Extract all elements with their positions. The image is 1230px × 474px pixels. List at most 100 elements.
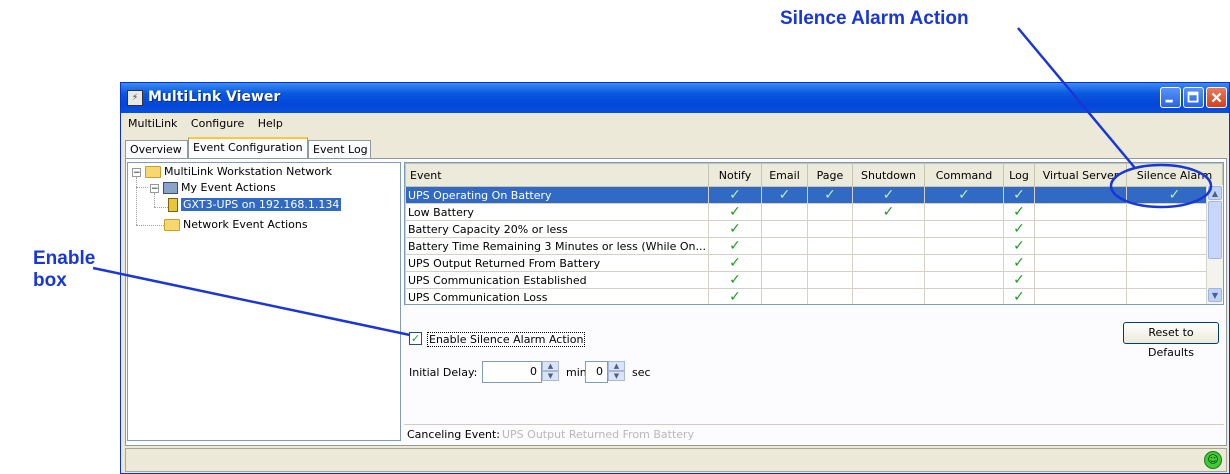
scroll-thumb[interactable] xyxy=(1208,201,1222,259)
column-header-shutdown[interactable]: Shutdown xyxy=(852,163,925,187)
maximize-button[interactable] xyxy=(1183,87,1204,108)
action-check-cell[interactable] xyxy=(1034,271,1127,289)
event-name-cell[interactable]: Battery Time Remaining 3 Minutes or less… xyxy=(405,237,709,255)
event-name-cell[interactable]: Battery Capacity 20% or less xyxy=(405,220,709,238)
action-check-cell[interactable]: ✓ xyxy=(708,220,762,238)
action-check-cell[interactable] xyxy=(852,254,925,272)
column-header-notify[interactable]: Notify xyxy=(708,163,762,187)
column-header-email[interactable]: Email xyxy=(761,163,808,187)
event-name-cell[interactable]: UPS Communication Established xyxy=(405,271,709,289)
action-check-cell[interactable] xyxy=(1034,203,1127,221)
scroll-down-icon[interactable]: ▼ xyxy=(1208,288,1222,302)
action-check-cell[interactable] xyxy=(761,288,808,304)
spin-down-icon[interactable]: ▼ xyxy=(542,371,559,381)
action-check-cell[interactable]: ✓ xyxy=(708,288,762,304)
action-check-cell[interactable] xyxy=(1034,186,1127,204)
action-check-cell[interactable] xyxy=(924,288,1004,304)
tree-item-network-event-actions[interactable]: Network Event Actions xyxy=(164,217,308,233)
action-check-cell[interactable] xyxy=(761,220,808,238)
action-check-cell[interactable]: ✓ xyxy=(1003,288,1035,304)
reset-to-defaults-button[interactable]: Reset to Defaults xyxy=(1123,322,1219,359)
column-header-log[interactable]: Log xyxy=(1003,163,1035,187)
event-name-cell[interactable]: UPS Operating On Battery xyxy=(405,186,709,204)
action-check-cell[interactable]: ✓ xyxy=(708,271,762,289)
action-check-cell[interactable]: ✓ xyxy=(1003,220,1035,238)
column-header-command[interactable]: Command xyxy=(924,163,1004,187)
action-check-cell[interactable] xyxy=(1034,220,1127,238)
event-name-cell[interactable]: Low Battery xyxy=(405,203,709,221)
action-check-cell[interactable] xyxy=(924,220,1004,238)
spin-down-icon[interactable]: ▼ xyxy=(608,371,625,381)
action-check-cell[interactable]: ✓ xyxy=(708,254,762,272)
action-check-cell[interactable]: ✓ xyxy=(708,186,762,204)
table-row[interactable]: Low Battery ✓ ✓ ✓ xyxy=(405,203,1223,221)
action-check-cell[interactable]: ✓ xyxy=(708,237,762,255)
action-check-cell[interactable]: ✓ xyxy=(1003,203,1035,221)
action-check-cell[interactable] xyxy=(924,203,1004,221)
action-check-cell[interactable] xyxy=(852,271,925,289)
action-check-cell[interactable] xyxy=(924,254,1004,272)
tab-event-log[interactable]: Event Log xyxy=(308,140,371,158)
table-row[interactable]: UPS Output Returned From Battery ✓ ✓ xyxy=(405,254,1223,272)
action-check-cell[interactable] xyxy=(807,271,853,289)
action-check-cell[interactable] xyxy=(1034,254,1127,272)
close-button[interactable] xyxy=(1206,87,1227,108)
action-check-cell[interactable] xyxy=(761,271,808,289)
action-check-cell[interactable] xyxy=(852,237,925,255)
title-bar[interactable]: ⚡ MultiLink Viewer xyxy=(121,83,1229,113)
delay-minutes-stepper[interactable]: ▲ ▼ xyxy=(542,361,559,383)
minimize-button[interactable] xyxy=(1160,87,1181,108)
spin-up-icon[interactable]: ▲ xyxy=(542,361,559,371)
enable-silence-alarm-checkbox[interactable]: ✓ xyxy=(409,332,422,345)
tab-overview[interactable]: Overview xyxy=(125,140,188,158)
tab-event-configuration[interactable]: Event Configuration xyxy=(188,137,308,159)
action-check-cell[interactable] xyxy=(924,237,1004,255)
action-check-cell[interactable] xyxy=(924,271,1004,289)
action-check-cell[interactable] xyxy=(807,237,853,255)
event-name-cell[interactable]: UPS Output Returned From Battery xyxy=(405,254,709,272)
collapse-icon[interactable]: − xyxy=(132,168,141,178)
table-row[interactable]: Battery Capacity 20% or less ✓ ✓ xyxy=(405,220,1223,238)
action-check-cell[interactable]: ✓ xyxy=(807,186,853,204)
action-check-cell[interactable] xyxy=(852,288,925,304)
delay-seconds-stepper[interactable]: ▲ ▼ xyxy=(608,361,625,383)
table-row[interactable]: Battery Time Remaining 3 Minutes or less… xyxy=(405,237,1223,255)
tree-item-ups-device[interactable]: GXT3-UPS on 192.168.1.134 xyxy=(168,197,342,213)
table-scrollbar[interactable]: ▲ ▼ xyxy=(1206,185,1223,304)
action-check-cell[interactable] xyxy=(852,220,925,238)
enable-silence-alarm-label[interactable]: Enable Silence Alarm Action xyxy=(427,332,586,347)
action-check-cell[interactable] xyxy=(807,220,853,238)
event-name-cell[interactable]: UPS Communication Loss xyxy=(405,288,709,304)
action-check-cell[interactable] xyxy=(807,288,853,304)
scroll-up-icon[interactable]: ▲ xyxy=(1208,186,1222,200)
action-check-cell[interactable]: ✓ xyxy=(1003,271,1035,289)
column-header-event[interactable]: Event xyxy=(405,163,709,187)
table-row[interactable]: UPS Operating On Battery ✓ ✓ ✓ ✓ ✓ ✓ ✓ xyxy=(405,186,1223,204)
menu-configure[interactable]: Configure xyxy=(186,114,249,133)
action-check-cell[interactable]: ✓ xyxy=(852,203,925,221)
delay-minutes-input[interactable]: 0 xyxy=(482,361,542,383)
table-row[interactable]: UPS Communication Established ✓ ✓ xyxy=(405,271,1223,289)
column-header-silence-alarm[interactable]: Silence Alarm xyxy=(1126,163,1223,187)
delay-seconds-input[interactable]: 0 xyxy=(585,361,608,383)
menu-multilink[interactable]: MultiLink xyxy=(123,114,182,133)
action-check-cell[interactable]: ✓ xyxy=(708,203,762,221)
menu-help[interactable]: Help xyxy=(253,114,288,133)
action-check-cell[interactable]: ✓ xyxy=(1003,186,1035,204)
table-row[interactable]: UPS Communication Loss ✓ ✓ xyxy=(405,288,1223,304)
action-check-cell[interactable]: ✓ xyxy=(1003,237,1035,255)
action-check-cell[interactable] xyxy=(761,254,808,272)
column-header-virtual-server[interactable]: Virtual Server xyxy=(1034,163,1127,187)
action-check-cell[interactable] xyxy=(761,237,808,255)
column-header-page[interactable]: Page xyxy=(807,163,853,187)
action-check-cell[interactable]: ✓ xyxy=(924,186,1004,204)
action-check-cell[interactable]: ✓ xyxy=(761,186,808,204)
action-check-cell[interactable]: ✓ xyxy=(852,186,925,204)
action-check-cell[interactable]: ✓ xyxy=(1003,254,1035,272)
action-check-cell[interactable] xyxy=(1034,288,1127,304)
spin-up-icon[interactable]: ▲ xyxy=(608,361,625,371)
action-check-cell[interactable] xyxy=(807,254,853,272)
collapse-icon[interactable]: − xyxy=(150,184,159,194)
action-check-cell[interactable] xyxy=(761,203,808,221)
action-check-cell[interactable] xyxy=(807,203,853,221)
